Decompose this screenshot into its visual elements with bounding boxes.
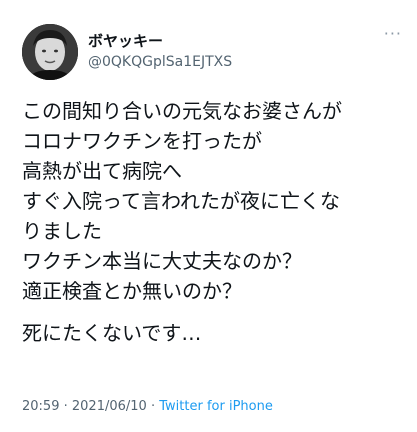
tweet-line: 適正検査とか無いのか？: [22, 279, 242, 303]
tweet-header: ボヤッキー @0QKQGplSa1EJTXS ···: [22, 24, 402, 80]
tweet-line: ワクチン本当に大丈夫なのか？: [22, 249, 302, 273]
more-options-icon[interactable]: ···: [384, 24, 402, 43]
tweet-line: この間知り合いの元気なお婆さんが: [22, 99, 342, 123]
tweet-line: 死にたくないです…: [22, 321, 202, 345]
tweet-time[interactable]: 20:59: [22, 399, 59, 414]
tweet-line: りました: [22, 219, 102, 243]
tweet-line: すぐ入院って言われたが夜に亡くな: [22, 189, 340, 213]
tweet-date[interactable]: 2021/06/10: [72, 399, 147, 414]
display-name[interactable]: ボヤッキー: [88, 30, 163, 51]
avatar-image: [22, 24, 78, 80]
tweet-source-link[interactable]: Twitter for iPhone: [159, 399, 273, 414]
tweet-line: 高熱が出て病院へ: [22, 159, 182, 183]
meta-separator: ·: [150, 399, 156, 414]
user-handle[interactable]: @0QKQGplSa1EJTXS: [88, 54, 232, 70]
avatar[interactable]: [22, 24, 78, 80]
meta-separator: ·: [63, 399, 68, 414]
tweet-meta: 20:59 · 2021/06/10 · Twitter for iPhone: [22, 399, 273, 414]
tweet-line: コロナワクチンを打ったが: [22, 129, 262, 153]
tweet-text: この間知り合いの元気なお婆さんが コロナワクチンを打ったが 高熱が出て病院へ す…: [22, 96, 412, 348]
